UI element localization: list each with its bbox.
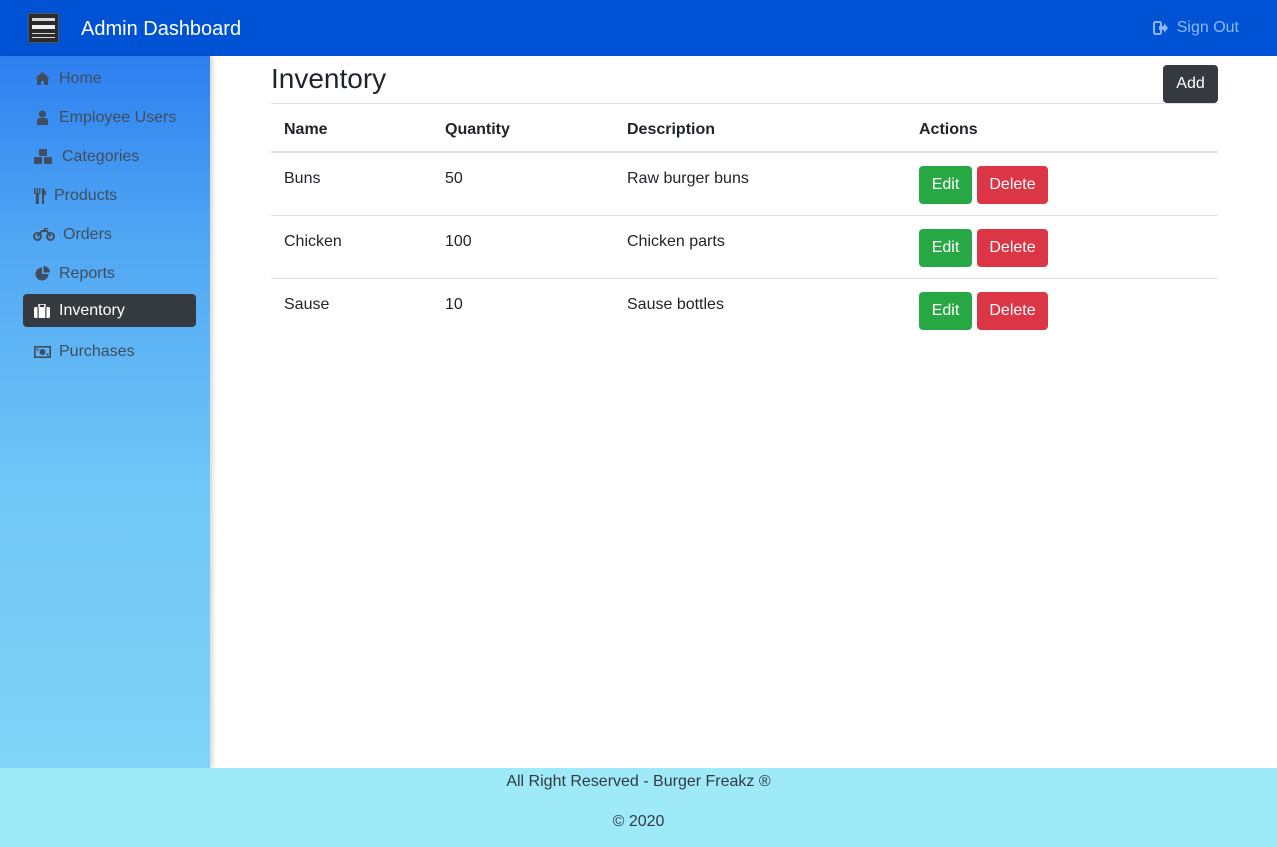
sidebar-item-label: Employee Users — [59, 108, 177, 126]
sign-out-link[interactable]: Sign Out — [1152, 17, 1239, 39]
add-button[interactable]: Add — [1163, 65, 1218, 103]
edit-button[interactable]: Edit — [919, 229, 972, 267]
app-title[interactable]: Admin Dashboard — [81, 15, 241, 43]
user-icon — [33, 110, 51, 126]
cell-quantity: 50 — [445, 170, 463, 187]
sidebar-item-home[interactable]: Home — [23, 62, 196, 95]
sidebar: Home Employee Users Categories Products … — [0, 56, 210, 768]
column-header-actions: Actions — [919, 121, 978, 138]
cell-description: Raw burger buns — [627, 170, 749, 187]
sidebar-item-reports[interactable]: Reports — [23, 257, 196, 290]
footer-copyright-text: All Right Reserved - Burger Freakz ® — [506, 773, 771, 790]
sidebar-item-label: Orders — [63, 225, 112, 243]
sign-out-label: Sign Out — [1176, 19, 1239, 36]
edit-button[interactable]: Edit — [919, 166, 972, 204]
sidebar-item-label: Categories — [62, 147, 140, 165]
cell-description: Sause bottles — [627, 296, 724, 313]
suitcase-icon — [33, 303, 51, 319]
table-row: Chicken 100 Chicken parts Edit Delete — [271, 216, 1218, 279]
table-row: Buns 50 Raw burger buns Edit Delete — [271, 153, 1218, 216]
sign-out-icon — [1152, 21, 1169, 35]
money-icon — [33, 344, 51, 360]
cell-name: Buns — [284, 170, 321, 187]
motorcycle-icon — [33, 227, 55, 243]
sidebar-item-employee-users[interactable]: Employee Users — [23, 101, 196, 134]
sidebar-item-label: Reports — [59, 264, 116, 282]
delete-button[interactable]: Delete — [977, 229, 1048, 267]
cell-quantity: 100 — [445, 233, 472, 250]
column-header-description: Description — [627, 121, 716, 138]
footer: All Right Reserved - Burger Freakz ® © 2… — [0, 768, 1277, 847]
table-header: Name Quantity Description Actions — [271, 104, 1218, 153]
sidebar-item-label: Products — [54, 186, 118, 204]
sidebar-item-categories[interactable]: Categories — [23, 140, 196, 173]
pie-chart-icon — [33, 266, 51, 282]
cell-description: Chicken parts — [627, 233, 725, 250]
column-header-name: Name — [284, 121, 328, 138]
cutlery-icon — [33, 187, 46, 204]
cell-quantity: 10 — [445, 296, 463, 313]
cubes-icon — [33, 149, 53, 165]
cell-name: Chicken — [284, 233, 342, 250]
sidebar-item-purchases[interactable]: Purchases — [23, 335, 196, 368]
delete-button[interactable]: Delete — [977, 292, 1048, 330]
top-navbar: Admin Dashboard Sign Out — [0, 0, 1277, 56]
sidebar-item-label: Inventory — [59, 301, 125, 319]
cell-name: Sause — [284, 296, 330, 313]
sidebar-item-label: Home — [59, 69, 102, 87]
table-row: Sause 10 Sause bottles Edit Delete — [271, 279, 1218, 342]
burger-freakz-logo[interactable] — [28, 13, 59, 43]
sidebar-item-orders[interactable]: Orders — [23, 218, 196, 251]
sidebar-item-inventory[interactable]: Inventory — [23, 294, 196, 327]
sidebar-item-products[interactable]: Products — [23, 179, 196, 212]
page-title: Inventory — [271, 63, 387, 94]
delete-button[interactable]: Delete — [977, 166, 1048, 204]
column-header-quantity: Quantity — [445, 121, 510, 138]
footer-year: © 2020 — [612, 813, 665, 830]
home-icon — [33, 71, 51, 87]
sidebar-item-label: Purchases — [59, 342, 135, 360]
edit-button[interactable]: Edit — [919, 292, 972, 330]
